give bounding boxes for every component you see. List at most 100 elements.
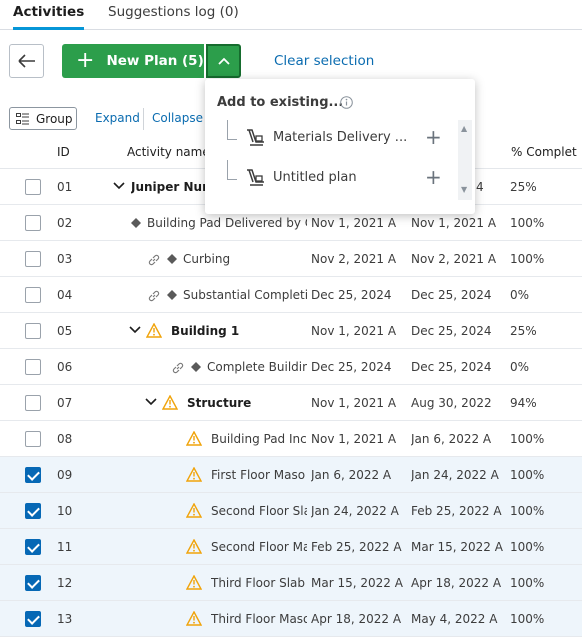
row-finish: Apr 18, 2022 A [411,576,502,590]
chevron-down-icon[interactable] [113,182,125,190]
row-name: Building 1 [171,324,240,338]
row-name: Structure [187,396,252,410]
dropdown-scrollbar[interactable]: ▲ ▼ [458,120,472,200]
header-activity-name[interactable]: Activity name [127,145,210,159]
row-start: Nov 1, 2021 A [311,324,397,338]
warning-icon [186,611,202,626]
add-to-existing-dropdown: Add to existing... Materials Delivery ..… [205,79,475,214]
row-finish: Dec 25, 2024 [411,288,492,302]
row-checkbox[interactable] [25,467,41,483]
row-percent: 100% [510,468,545,482]
scroll-down-icon[interactable]: ▼ [461,185,467,194]
row-start: Apr 18, 2022 A [311,612,402,626]
tab-activities[interactable]: Activities [13,4,85,30]
clear-selection-link[interactable]: Clear selection [274,53,374,69]
chevron-down-icon[interactable] [145,398,157,406]
back-button[interactable] [9,44,44,78]
row-id: 11 [57,540,73,554]
table-row[interactable]: 05 Building 1 Nov 1, 2021 A Dec 25, 2024… [0,313,582,349]
row-checkbox[interactable] [25,575,41,591]
row-checkbox[interactable] [25,611,41,627]
header-percent-complete[interactable]: % Complet [511,145,577,159]
row-checkbox[interactable] [25,503,41,519]
divider [143,108,144,130]
row-name: Second Floor Ma [211,540,307,554]
row-checkbox[interactable] [25,395,41,411]
table-row[interactable]: 11 Second Floor Ma Feb 25, 2022 A Mar 15… [0,529,582,565]
link-icon [172,362,184,374]
chevron-up-icon [217,57,230,65]
table-row[interactable]: 06 Complete Buildin Dec 25, 2024 Dec 25,… [0,349,582,385]
table-row[interactable]: 08 Building Pad Inc Nov 1, 2021 A Jan 6,… [0,421,582,457]
collapse-link[interactable]: Collapse [152,111,203,125]
row-checkbox[interactable] [25,251,41,267]
row-name: Curbing [183,252,231,266]
row-name: Juniper Nurs [131,180,206,194]
warning-icon [186,575,202,590]
chevron-down-icon[interactable] [129,326,141,334]
row-checkbox[interactable] [25,287,41,303]
row-finish: Feb 25, 2022 A [411,504,502,518]
row-percent: 100% [510,432,545,446]
new-plan-label: New Plan (5) [106,53,204,69]
expand-link[interactable]: Expand [95,111,140,125]
row-name: Second Floor Sla [211,504,307,518]
row-id: 05 [57,324,73,338]
row-name: Complete Buildin [207,360,307,374]
row-checkbox[interactable] [25,431,41,447]
row-finish: Jan 24, 2022 A [411,468,499,482]
diamond-icon [167,254,177,264]
row-percent: 100% [510,612,545,626]
row-start: Dec 25, 2024 [311,288,392,302]
row-id: 12 [57,576,73,590]
diamond-icon [131,218,141,228]
row-checkbox[interactable] [25,323,41,339]
row-start: Jan 24, 2022 A [311,504,399,518]
row-percent: 100% [510,252,545,266]
row-finish: May 4, 2022 A [411,612,498,626]
new-plan-dropdown-toggle[interactable] [206,44,241,78]
header-id[interactable]: ID [57,145,70,159]
table-row[interactable]: 07 Structure Nov 1, 2021 A Aug 30, 2022 … [0,385,582,421]
new-plan-button[interactable]: + New Plan (5) [62,44,204,78]
group-button[interactable]: Group [9,107,77,130]
tree-connector [227,160,237,180]
diamond-icon [167,290,177,300]
table-row[interactable]: 09 First Floor Maso Jan 6, 2022 A Jan 24… [0,457,582,493]
row-checkbox[interactable] [25,179,41,195]
diamond-icon [191,362,201,372]
row-finish: Nov 2, 2021 A [411,252,497,266]
row-percent: 100% [510,216,545,230]
table-row[interactable]: 04 Substantial Completi Dec 25, 2024 Dec… [0,277,582,313]
table-row[interactable]: 03 Curbing Nov 2, 2021 A Nov 2, 2021 A 1… [0,241,582,277]
row-id: 07 [57,396,73,410]
row-id: 02 [57,216,73,230]
row-finish: Dec 25, 2024 [411,324,492,338]
warning-icon [186,539,202,554]
tab-bar: Activities Suggestions log (0) [0,0,582,30]
table-row[interactable]: 13 Third Floor Maso Apr 18, 2022 A May 4… [0,601,582,637]
tab-suggestions-log[interactable]: Suggestions log (0) [108,4,239,30]
plan-option[interactable]: Materials Delivery ... + [225,120,457,152]
row-name: First Floor Maso [211,468,306,482]
link-icon [148,290,160,302]
plus-icon[interactable]: + [425,126,442,148]
row-id: 13 [57,612,73,626]
row-name: Third Floor Maso [211,612,307,626]
row-start: Dec 25, 2024 [311,360,392,374]
row-checkbox[interactable] [25,359,41,375]
plan-option[interactable]: Untitled plan + [225,160,457,192]
scroll-up-icon[interactable]: ▲ [461,124,467,133]
row-name: Substantial Completi [183,288,307,302]
plan-icon [247,169,264,186]
row-finish: Mar 15, 2022 A [411,540,503,554]
row-id: 06 [57,360,73,374]
table-row[interactable]: 10 Second Floor Sla Jan 24, 2022 A Feb 2… [0,493,582,529]
row-id: 08 [57,432,73,446]
row-checkbox[interactable] [25,539,41,555]
info-icon[interactable] [340,96,353,109]
row-percent: 94% [510,396,537,410]
row-checkbox[interactable] [25,215,41,231]
plus-icon[interactable]: + [425,166,442,188]
table-row[interactable]: 12 Third Floor Slab Mar 15, 2022 A Apr 1… [0,565,582,601]
